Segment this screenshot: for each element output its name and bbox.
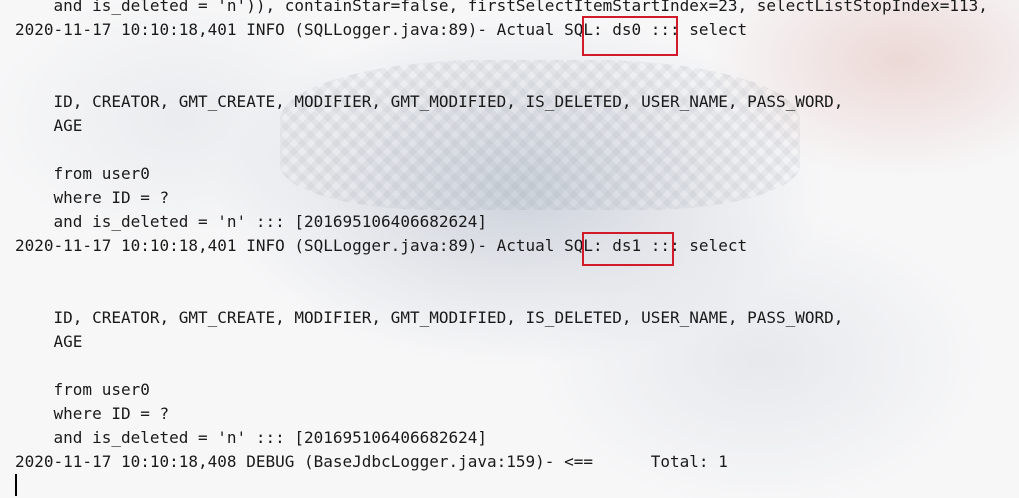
- log-line: and is_deleted = 'n')), containStar=fals…: [15, 0, 988, 15]
- log-line: and is_deleted = 'n' ::: [20169510640668…: [15, 212, 488, 231]
- console-output[interactable]: and is_deleted = 'n')), containStar=fals…: [0, 0, 1019, 498]
- highlight-box-ds1: [582, 232, 674, 266]
- text-cursor: [15, 474, 17, 496]
- log-line: where ID = ?: [15, 188, 170, 207]
- log-line: from user0: [15, 164, 150, 183]
- log-line: ID, CREATOR, GMT_CREATE, MODIFIER, GMT_M…: [15, 308, 844, 327]
- log-line: AGE: [15, 332, 83, 351]
- log-line: and is_deleted = 'n' ::: [20169510640668…: [15, 428, 488, 447]
- log-line: ID, CREATOR, GMT_CREATE, MODIFIER, GMT_M…: [15, 92, 844, 111]
- log-line: AGE: [15, 116, 83, 135]
- log-line: 2020-11-17 10:10:18,408 DEBUG (BaseJdbcL…: [15, 452, 728, 471]
- log-line: where ID = ?: [15, 404, 170, 423]
- log-line: from user0: [15, 380, 150, 399]
- highlight-box-ds0: [582, 16, 678, 56]
